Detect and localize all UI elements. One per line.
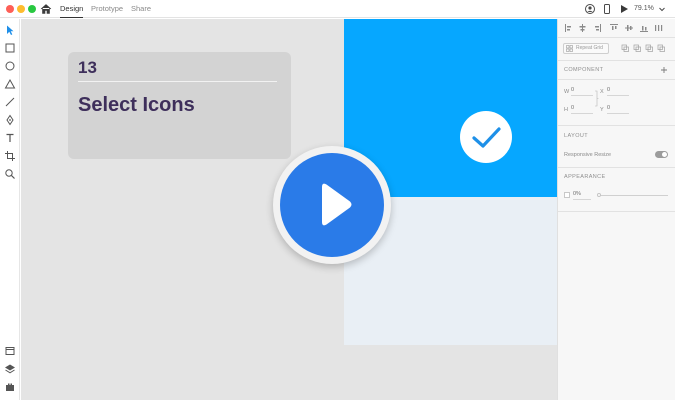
boolean-ops-icons[interactable]	[621, 44, 669, 53]
y-field[interactable]: 0	[607, 105, 629, 114]
opacity-slider-thumb[interactable]	[597, 193, 601, 197]
left-toolbar	[0, 19, 20, 400]
checkmark-badge	[460, 111, 512, 163]
tab-share[interactable]: Share	[131, 4, 151, 13]
panel-divider	[558, 60, 675, 61]
opacity-checkbox[interactable]	[564, 192, 570, 198]
panel-divider	[558, 211, 675, 212]
lock-aspect-icon[interactable]	[594, 90, 599, 107]
add-component-icon[interactable]	[660, 66, 668, 74]
zoom-level[interactable]: 79.1%	[634, 5, 654, 12]
height-value: 0	[571, 105, 575, 111]
mobile-preview-icon[interactable]	[601, 3, 613, 15]
property-inspector	[557, 19, 675, 400]
zoom-window-button[interactable]	[28, 5, 36, 13]
play-icon[interactable]	[618, 3, 630, 15]
appearance-section-label: APPEARANCE	[564, 174, 606, 180]
user-icon[interactable]	[584, 3, 596, 15]
panel-divider	[558, 37, 675, 38]
repeat-grid-label: Repeat Grid	[576, 45, 603, 51]
opacity-slider[interactable]	[597, 193, 668, 197]
checkmark-icon	[472, 127, 501, 148]
title-bar: Design Prototype Share 79.1%	[0, 0, 675, 18]
x-field[interactable]: 0	[607, 87, 629, 96]
opacity-field[interactable]: 0%	[573, 191, 591, 200]
rectangle-icon[interactable]	[4, 42, 16, 54]
x-value: 0	[607, 87, 611, 93]
responsive-resize-toggle[interactable]	[655, 151, 668, 158]
panel-divider	[558, 79, 675, 80]
play-triangle-icon	[322, 183, 352, 226]
width-value: 0	[571, 87, 575, 93]
layout-section-label: LAYOUT	[564, 133, 588, 139]
tab-design[interactable]: Design	[60, 4, 84, 18]
card-divider	[78, 81, 277, 82]
repeat-grid-icon	[566, 45, 573, 52]
layers-icon[interactable]	[4, 363, 16, 375]
panel-divider	[558, 167, 675, 168]
toggle-knob	[662, 152, 667, 157]
x-label: X	[600, 89, 604, 95]
minimize-window-button[interactable]	[17, 5, 25, 13]
select-arrow-icon[interactable]	[4, 24, 16, 36]
pen-icon[interactable]	[4, 114, 16, 126]
panel-divider	[558, 125, 675, 126]
ellipse-icon[interactable]	[4, 60, 16, 72]
y-label: Y	[600, 107, 604, 113]
video-play-button-fill[interactable]	[280, 153, 384, 257]
tab-prototype[interactable]: Prototype	[91, 4, 123, 13]
line-icon[interactable]	[4, 96, 16, 108]
responsive-resize-label: Responsive Resize	[564, 152, 612, 158]
artboard-icon[interactable]	[4, 150, 16, 162]
lesson-number: 13	[78, 58, 97, 77]
text-icon[interactable]	[4, 132, 16, 144]
close-window-button[interactable]	[6, 5, 14, 13]
height-label: H	[564, 107, 568, 113]
home-icon[interactable]	[40, 3, 52, 15]
assets-icon[interactable]	[4, 345, 16, 357]
height-field[interactable]: 0	[571, 105, 593, 114]
width-label: W	[564, 89, 570, 95]
triangle-icon[interactable]	[4, 78, 16, 90]
align-icons[interactable]	[564, 23, 664, 33]
opacity-value: 0%	[573, 191, 581, 197]
y-value: 0	[607, 105, 611, 111]
width-field[interactable]: 0	[571, 87, 593, 96]
plugins-icon[interactable]	[4, 381, 16, 393]
component-section-label: COMPONENT	[564, 67, 604, 73]
chevron-down-icon[interactable]	[656, 3, 668, 15]
zoom-icon[interactable]	[4, 168, 16, 180]
lesson-title: Select Icons	[78, 94, 195, 116]
